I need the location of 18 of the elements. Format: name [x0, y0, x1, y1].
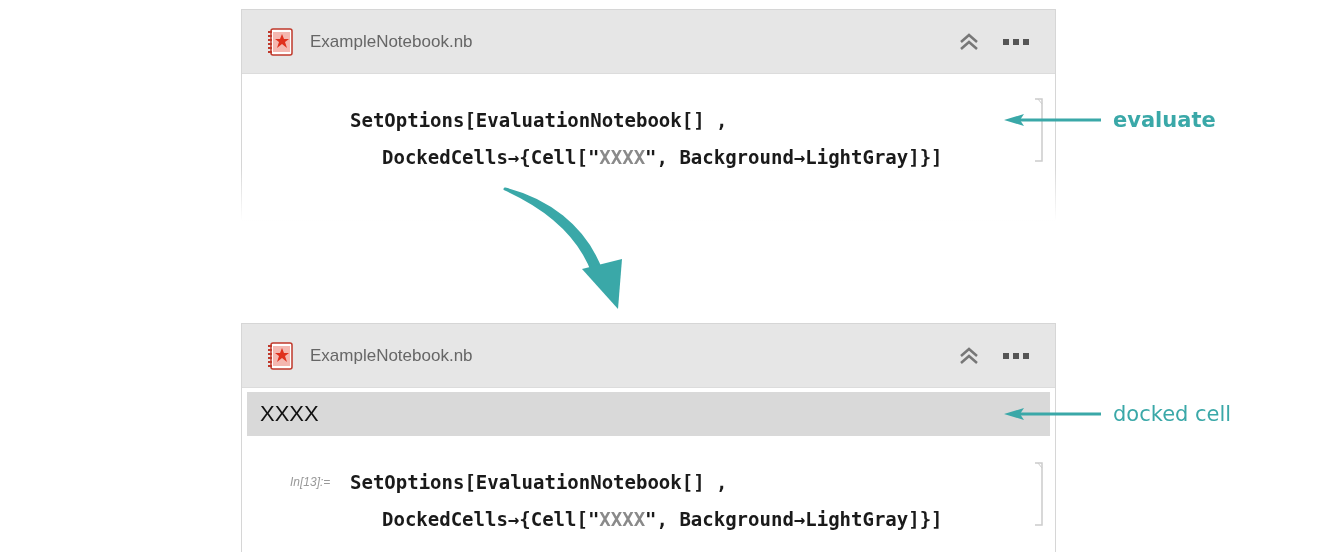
annotation-label: docked cell	[1113, 402, 1232, 426]
annotation-label: evaluate	[1113, 107, 1216, 132]
more-icon[interactable]	[1003, 38, 1029, 45]
notebook-icon	[268, 27, 294, 56]
more-icon[interactable]	[1003, 352, 1029, 359]
collapse-icon[interactable]	[959, 346, 979, 365]
code-line: DockedCells→{Cell["XXXX", Background→LightGray]}]	[382, 507, 943, 530]
code-line: SetOptions[EvaluationNotebook[] ,	[350, 470, 728, 493]
notebook-title: ExampleNotebook.nb	[310, 31, 474, 52]
cell-bracket	[1035, 98, 1044, 162]
collapse-icon[interactable]	[959, 32, 979, 51]
docked-cell-text: XXXX	[260, 401, 319, 427]
code-line: SetOptions[EvaluationNotebook[] ,	[350, 108, 728, 131]
notebook-title: ExampleNotebook.nb	[310, 345, 474, 366]
notebook-icon	[268, 341, 294, 370]
code-line: DockedCells→{Cell["XXXX", Background→LightGray]}]	[382, 145, 943, 168]
cell-bracket	[1035, 462, 1044, 526]
input-label: In[13]:=	[290, 474, 331, 489]
